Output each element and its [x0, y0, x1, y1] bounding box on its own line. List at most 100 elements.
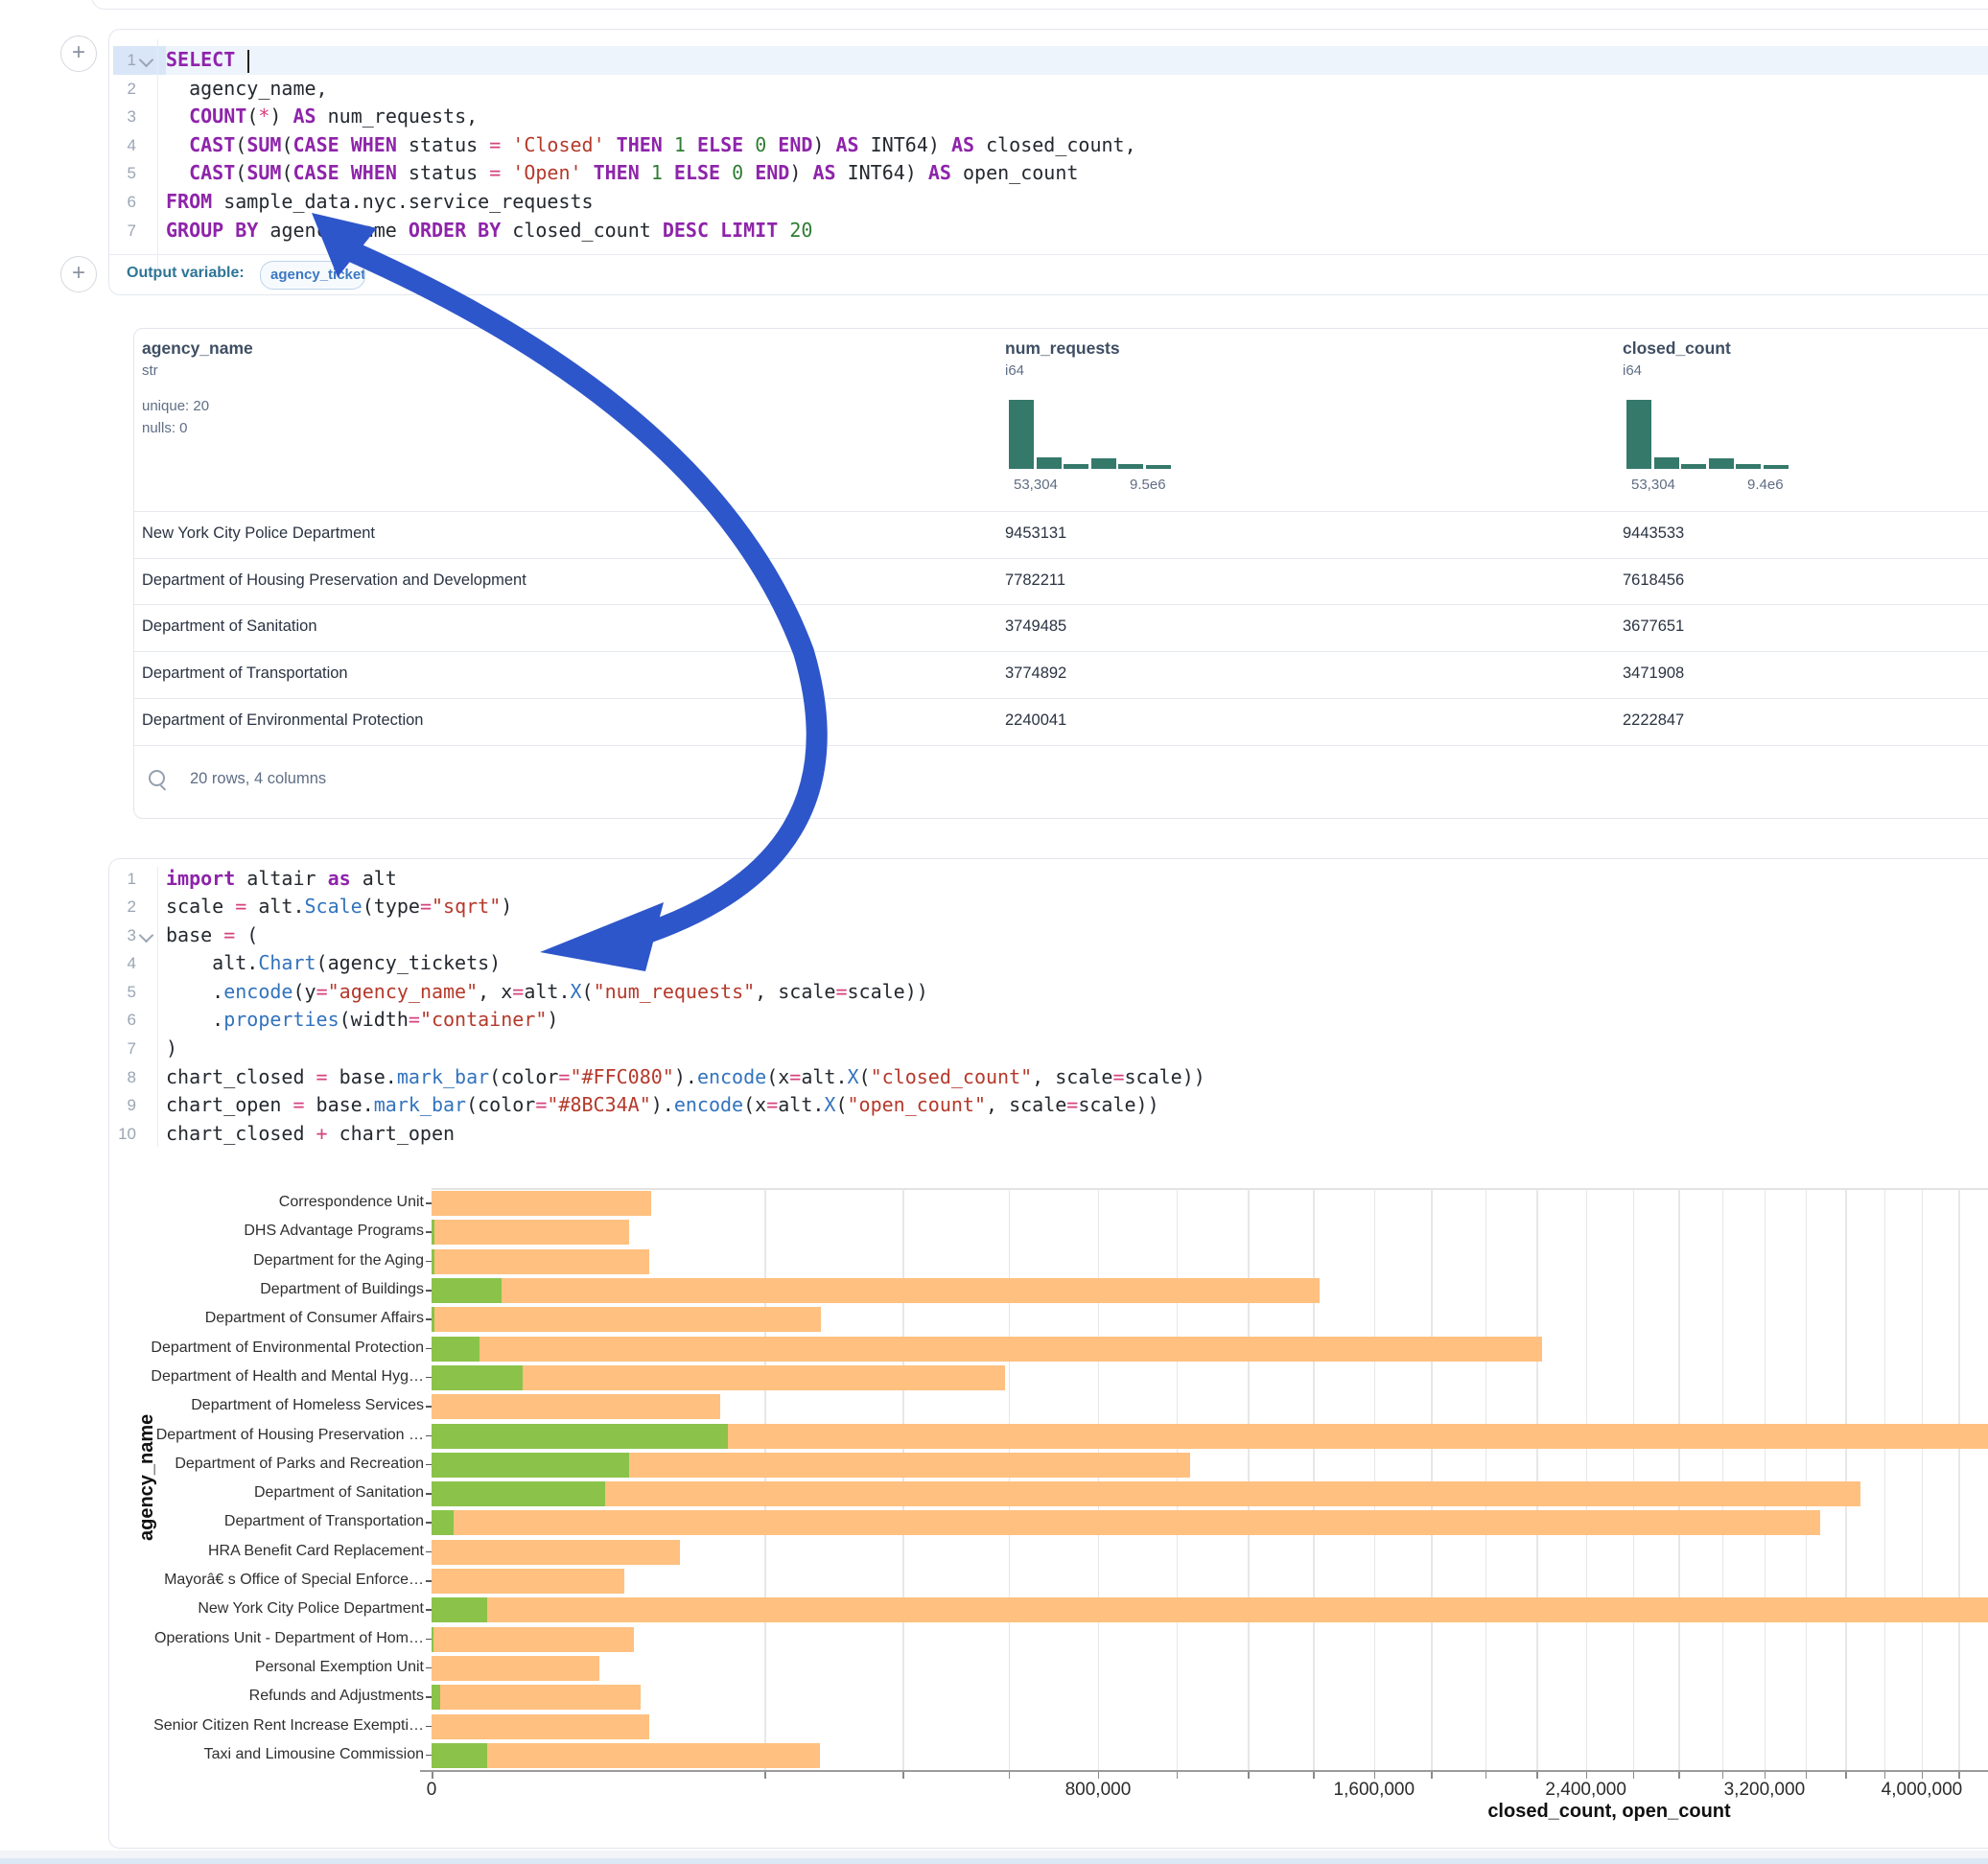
gridline	[1678, 1189, 1680, 1770]
bar-open_count[interactable]	[432, 1337, 479, 1362]
y-axis-label: Department of Sanitation	[136, 1484, 424, 1502]
y-tick	[426, 1609, 432, 1611]
x-tick	[1765, 1772, 1766, 1779]
x-tick	[1678, 1772, 1680, 1779]
bar-closed_count[interactable]	[432, 1540, 680, 1565]
bar-closed_count[interactable]	[432, 1191, 651, 1216]
bar-closed_count[interactable]	[432, 1220, 629, 1245]
gridline	[1845, 1189, 1847, 1770]
bar-closed_count[interactable]	[432, 1307, 821, 1332]
x-tick	[1098, 1772, 1100, 1779]
x-tick	[1633, 1772, 1635, 1779]
bar-open_count[interactable]	[432, 1743, 487, 1768]
y-tick	[426, 1493, 432, 1495]
y-tick	[426, 1551, 432, 1553]
bar-closed_count[interactable]	[432, 1337, 1542, 1362]
x-tick	[1586, 1772, 1588, 1779]
bar-closed_count[interactable]	[432, 1743, 820, 1768]
gridline	[1958, 1189, 1960, 1770]
bar-open_count[interactable]	[432, 1365, 523, 1390]
bar-open_count[interactable]	[432, 1597, 487, 1622]
y-tick	[426, 1667, 432, 1669]
gridline	[1313, 1189, 1315, 1770]
x-tick	[764, 1772, 766, 1779]
bar-closed_count[interactable]	[432, 1394, 720, 1419]
x-axis-line	[420, 1770, 1988, 1772]
bar-open_count[interactable]	[432, 1453, 629, 1478]
x-tick	[1884, 1772, 1886, 1779]
x-tick	[1248, 1772, 1250, 1779]
x-tick	[1806, 1772, 1808, 1779]
bar-open_count[interactable]	[432, 1424, 728, 1449]
y-tick	[426, 1318, 432, 1320]
y-axis-label: Department of Buildings	[136, 1281, 424, 1298]
gridline	[902, 1189, 904, 1770]
x-tick	[1922, 1772, 1924, 1779]
bar-open_count[interactable]	[432, 1307, 434, 1332]
y-axis-label: Operations Unit - Department of Hom…	[136, 1630, 424, 1647]
notebook-app: + + 1234567 SELECT agency_name, COUNT(*)…	[0, 0, 1988, 1864]
y-tick	[426, 1435, 432, 1437]
gridline	[1374, 1189, 1376, 1770]
gridline	[1485, 1189, 1487, 1770]
bar-closed_count[interactable]	[432, 1249, 649, 1274]
bar-closed_count[interactable]	[432, 1685, 641, 1710]
gridline	[1633, 1189, 1635, 1770]
chart-top-border	[432, 1188, 1988, 1190]
x-axis-label: 0	[355, 1780, 508, 1801]
bar-closed_count[interactable]	[432, 1714, 649, 1739]
x-axis-label: 4,000,000	[1845, 1780, 1988, 1801]
y-axis-label: New York City Police Department	[136, 1600, 424, 1618]
y-tick	[426, 1290, 432, 1292]
cell-gap	[0, 1851, 1988, 1858]
bar-open_count[interactable]	[432, 1481, 605, 1506]
gridline	[764, 1189, 766, 1770]
y-axis-label: HRA Benefit Card Replacement	[136, 1543, 424, 1560]
bar-closed_count[interactable]	[432, 1569, 624, 1594]
y-tick	[426, 1696, 432, 1698]
y-axis-label: Department of Environmental Protection	[136, 1340, 424, 1357]
bar-open_count[interactable]	[432, 1627, 433, 1652]
x-axis-label: 800,000	[1021, 1780, 1175, 1801]
x-axis-label: 2,400,000	[1509, 1780, 1663, 1801]
y-axis-label: Department of Housing Preservation …	[136, 1427, 424, 1444]
x-tick	[1313, 1772, 1315, 1779]
y-axis-label: Senior Citizen Rent Increase Exempti…	[136, 1717, 424, 1735]
bar-closed_count[interactable]	[432, 1481, 1860, 1506]
y-axis-label: Correspondence Unit	[136, 1194, 424, 1211]
y-tick	[426, 1639, 432, 1641]
gridline	[1722, 1189, 1724, 1770]
bar-open_count[interactable]	[432, 1685, 440, 1710]
gridline	[1922, 1189, 1924, 1770]
bar-closed_count[interactable]	[432, 1510, 1820, 1535]
gridline	[1009, 1189, 1011, 1770]
y-tick	[426, 1464, 432, 1466]
x-tick	[1958, 1772, 1960, 1779]
bar-closed_count[interactable]	[432, 1656, 599, 1681]
y-tick	[426, 1231, 432, 1233]
x-tick	[902, 1772, 904, 1779]
next-cell-edge[interactable]	[0, 1858, 1988, 1864]
y-axis-label: Department of Transportation	[136, 1513, 424, 1530]
y-tick	[426, 1755, 432, 1757]
x-axis-label: 1,600,000	[1298, 1780, 1451, 1801]
y-axis-label: Department of Health and Mental Hyg…	[136, 1368, 424, 1386]
x-axis-title: closed_count, open_count	[1417, 1801, 1801, 1823]
altair-chart: closed_count, open_count agency_name Cor…	[0, 0, 1988, 1864]
bar-closed_count[interactable]	[432, 1627, 634, 1652]
y-axis-label: Refunds and Adjustments	[136, 1688, 424, 1705]
bar-closed_count[interactable]	[432, 1597, 1988, 1622]
gridline	[1177, 1189, 1179, 1770]
x-tick	[1177, 1772, 1179, 1779]
y-tick	[426, 1377, 432, 1379]
bar-open_count[interactable]	[432, 1510, 454, 1535]
x-tick	[1374, 1772, 1376, 1779]
y-axis-label: Department for the Aging	[136, 1252, 424, 1270]
bar-closed_count[interactable]	[432, 1278, 1320, 1303]
x-axis-label: 3,200,000	[1688, 1780, 1841, 1801]
x-tick	[1536, 1772, 1538, 1779]
y-axis-label: Department of Consumer Affairs	[136, 1310, 424, 1327]
bar-open_count[interactable]	[432, 1278, 502, 1303]
bar-open_count[interactable]	[432, 1220, 434, 1245]
bar-open_count[interactable]	[432, 1249, 434, 1274]
